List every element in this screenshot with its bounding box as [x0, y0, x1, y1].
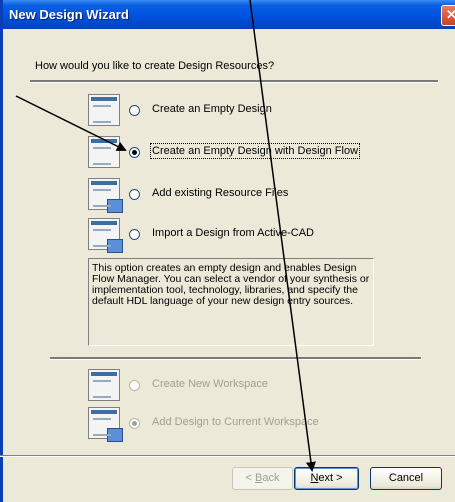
option-design-flow[interactable]: Create an Empty Design with Design Flow	[88, 136, 408, 170]
radio-add-to-workspace[interactable]	[129, 418, 140, 429]
window-title: New Design Wizard	[9, 7, 129, 22]
radio-new-workspace[interactable]	[129, 380, 140, 391]
option-new-workspace[interactable]: Create New Workspace	[88, 369, 408, 403]
option-import-cad[interactable]: Import a Design from Active-CAD	[88, 218, 408, 253]
option-empty-design[interactable]: Create an Empty Design	[88, 94, 408, 128]
option-label[interactable]: Import a Design from Active-CAD	[152, 227, 314, 239]
radio-import-cad[interactable]	[129, 229, 140, 240]
radio-resource-files[interactable]	[129, 189, 140, 200]
option-label[interactable]: Create an Empty Design	[152, 103, 272, 115]
radio-empty-design[interactable]	[129, 105, 140, 116]
workspace-icon	[88, 369, 120, 401]
option-label[interactable]: Create New Workspace	[152, 378, 268, 390]
design-flow-icon	[88, 136, 120, 168]
import-cad-icon	[88, 218, 123, 253]
option-label[interactable]: Create an Empty Design with Design Flow	[149, 143, 361, 159]
close-button[interactable]: ✕	[441, 5, 455, 26]
option-resource-files[interactable]: Add existing Resource Files	[88, 178, 408, 213]
description-line: default HDL language of your new design …	[92, 295, 354, 307]
workspace-divider	[50, 357, 421, 360]
resource-files-icon	[88, 178, 123, 213]
cancel-button[interactable]: Cancel	[370, 467, 442, 490]
next-rest: ext >	[318, 472, 343, 484]
add-to-workspace-icon	[88, 407, 123, 442]
option-add-to-workspace[interactable]: Add Design to Current Workspace	[88, 407, 408, 442]
option-label[interactable]: Add existing Resource Files	[152, 187, 288, 199]
option-description: This option creates an empty design and …	[88, 258, 374, 346]
top-divider	[30, 80, 438, 83]
next-button[interactable]: Next >	[294, 467, 359, 490]
empty-design-icon	[88, 94, 120, 126]
cancel-label: Cancel	[388, 472, 424, 484]
title-bar[interactable]: New Design Wizard ✕	[3, 0, 455, 29]
button-divider	[0, 455, 455, 457]
back-button[interactable]: < Back	[232, 467, 293, 490]
back-prefix: <	[245, 472, 255, 484]
radio-design-flow[interactable]	[129, 147, 140, 158]
back-rest: ack	[262, 472, 280, 484]
close-icon: ✕	[446, 7, 455, 22]
prompt-label: How would you like to create Design Reso…	[35, 60, 275, 72]
option-label[interactable]: Add Design to Current Workspace	[152, 416, 319, 428]
